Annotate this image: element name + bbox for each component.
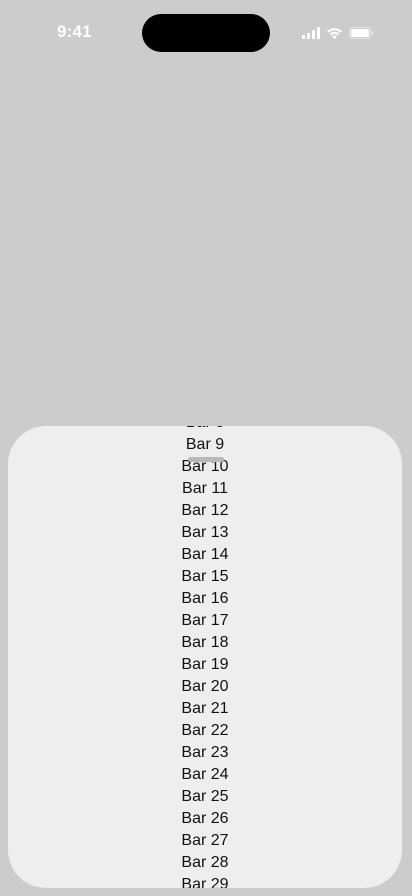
list-item[interactable]: Bar 27	[8, 830, 402, 852]
list-item[interactable]: Bar 23	[8, 742, 402, 764]
list-item[interactable]: Bar 12	[8, 500, 402, 522]
status-icons	[302, 25, 374, 41]
list-item[interactable]: Bar 9	[8, 434, 402, 456]
list-item[interactable]: Bar 20	[8, 676, 402, 698]
list-item[interactable]: Bar 25	[8, 786, 402, 808]
list-item[interactable]: Bar 22	[8, 720, 402, 742]
list-item[interactable]: Bar 8	[8, 426, 402, 434]
list-item[interactable]: Bar 29	[8, 874, 402, 888]
list-item[interactable]: Bar 18	[8, 632, 402, 654]
list-item[interactable]: Bar 13	[8, 522, 402, 544]
list-item[interactable]: Bar 15	[8, 566, 402, 588]
bottom-sheet[interactable]: Bar 8Bar 9Bar 10Bar 11Bar 12Bar 13Bar 14…	[8, 426, 402, 888]
sheet-grabber-handle[interactable]	[188, 457, 224, 462]
battery-icon	[349, 27, 374, 39]
list-item[interactable]: Bar 19	[8, 654, 402, 676]
wifi-icon	[326, 27, 343, 39]
list-item[interactable]: Bar 26	[8, 808, 402, 830]
list-item[interactable]: Bar 21	[8, 698, 402, 720]
status-bar: 9:41	[0, 0, 412, 66]
cellular-signal-icon	[302, 27, 320, 39]
list-item[interactable]: Bar 28	[8, 852, 402, 874]
list-item[interactable]: Bar 14	[8, 544, 402, 566]
list-item[interactable]: Bar 16	[8, 588, 402, 610]
status-time: 9:41	[57, 22, 92, 41]
bar-list[interactable]: Bar 8Bar 9Bar 10Bar 11Bar 12Bar 13Bar 14…	[8, 426, 402, 888]
dynamic-island	[142, 14, 270, 52]
list-item[interactable]: Bar 17	[8, 610, 402, 632]
list-item[interactable]: Bar 24	[8, 764, 402, 786]
list-item[interactable]: Bar 11	[8, 478, 402, 500]
